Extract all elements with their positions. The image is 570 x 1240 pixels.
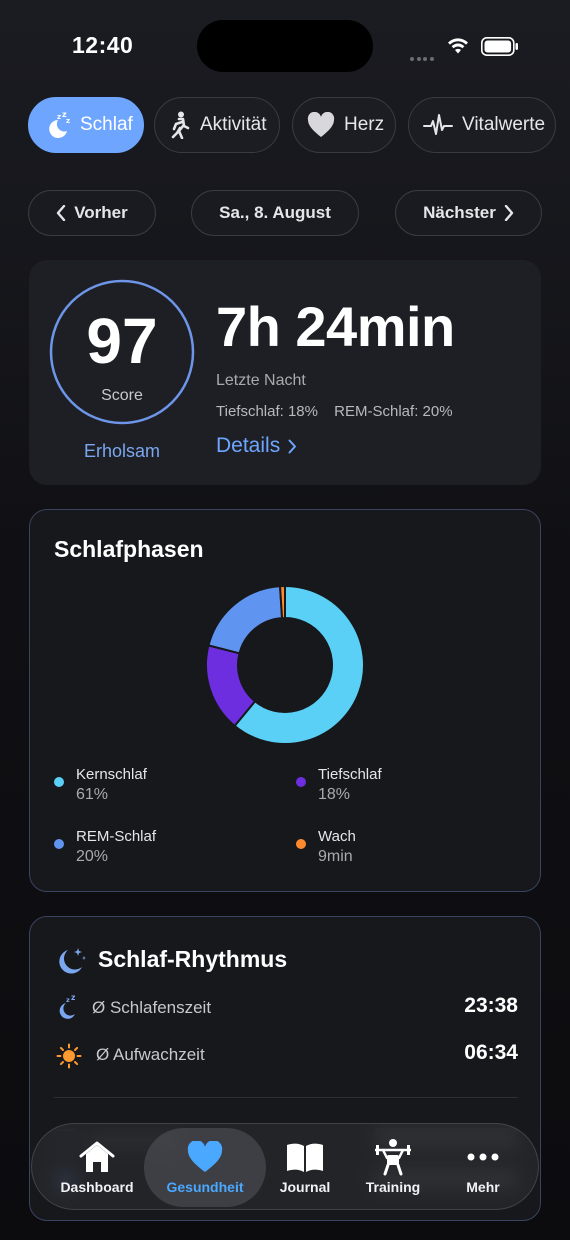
legend-label: Wach	[318, 828, 356, 845]
sleep-icon: z z	[59, 994, 75, 1019]
sleep-phases-donut-chart	[205, 585, 365, 745]
battery-icon	[481, 37, 518, 56]
tabbar-health[interactable]: Gesundheit	[144, 1128, 266, 1207]
book-icon	[287, 1143, 323, 1172]
legend-value: 18%	[318, 786, 351, 803]
rem-sleep-summary: REM-Schlaf: 20%	[334, 403, 453, 420]
sleep-period-label: Letzte Nacht	[216, 372, 306, 389]
legend-label: Kernschlaf	[76, 766, 147, 783]
weightlifting-icon	[375, 1139, 411, 1176]
sleep-score-rating: Erholsam	[83, 441, 161, 461]
legend-dot-rem-sleep	[54, 839, 64, 849]
heart-icon	[307, 112, 335, 137]
tab-vitals[interactable]: Vitalwerte	[408, 97, 556, 153]
sleep-icon: z z z	[49, 111, 70, 138]
svg-text:z: z	[66, 996, 70, 1004]
legend-value: 61%	[76, 786, 109, 803]
more-dots-icon	[467, 1153, 499, 1161]
sleep-phases-card: Schlafphasen Kernschlaf 61% Tiefschlaf 1…	[29, 509, 541, 892]
tab-heart[interactable]: Herz	[292, 97, 396, 153]
section-divider	[54, 1097, 518, 1098]
next-day-button[interactable]: Nächster	[395, 190, 542, 236]
sleep-phase-summary: Tiefschlaf: 18% REM-Schlaf: 20%	[216, 403, 453, 420]
legend-dot-deep-sleep	[296, 777, 306, 787]
donut-slice-wach	[278, 585, 286, 620]
chevron-left-icon	[57, 205, 66, 221]
legend-value: 9min	[318, 848, 353, 865]
tab-vitals-label: Vitalwerte	[462, 114, 546, 135]
legend-dot-core-sleep	[54, 777, 64, 787]
tab-sleep-label: Schlaf	[80, 114, 133, 135]
tabbar-training-label: Training	[365, 1179, 421, 1195]
status-bar: 12:40	[0, 0, 570, 90]
dynamic-island	[197, 20, 373, 72]
house-icon	[79, 1141, 115, 1172]
waveform-icon	[423, 114, 453, 135]
sleep-phases-title: Schlafphasen	[54, 536, 204, 562]
tabbar-dashboard[interactable]: Dashboard	[50, 1124, 144, 1211]
chevron-right-icon	[504, 205, 514, 221]
tabbar-more[interactable]: Mehr	[442, 1124, 524, 1211]
legend-label: REM-Schlaf	[76, 828, 157, 845]
legend-value: 20%	[76, 848, 109, 865]
wake-time-row: Ø Aufwachzeit 06:34	[54, 1041, 518, 1071]
cellular-signal-icon	[410, 48, 436, 61]
date-selector-button[interactable]: Sa., 8. August	[191, 190, 359, 236]
tab-sleep[interactable]: z z z Schlaf	[28, 97, 144, 153]
bedtime-label: Ø Schlafenszeit	[92, 998, 212, 1017]
previous-day-label: Vorher	[74, 203, 128, 222]
legend-label: Tiefschlaf	[318, 766, 382, 783]
tabbar-journal[interactable]: Journal	[266, 1124, 344, 1211]
tabbar-training[interactable]: Training	[352, 1124, 434, 1211]
details-link-label: Details	[216, 434, 281, 457]
sleep-summary-card: 97 Score Erholsam 7h 24min Letzte Nacht …	[29, 260, 541, 485]
tabbar-journal-label: Journal	[279, 1179, 331, 1195]
tabbar-more-label: Mehr	[466, 1179, 500, 1195]
sun-icon	[56, 1043, 82, 1069]
wake-time-value: 06:34	[464, 1041, 518, 1064]
heart-icon	[187, 1141, 223, 1172]
bedtime-row: z z Ø Schlafenszeit 23:38	[54, 994, 518, 1024]
status-time: 12:40	[72, 32, 134, 58]
svg-text:z: z	[71, 994, 75, 1002]
wake-time-label: Ø Aufwachzeit	[96, 1045, 205, 1064]
sleep-rhythm-title: Schlaf-Rhythmus	[98, 946, 288, 972]
svg-text:z: z	[66, 117, 70, 125]
tab-activity-label: Aktivität	[200, 114, 267, 135]
legend-dot-awake	[296, 839, 306, 849]
chevron-right-icon	[288, 439, 297, 453]
tab-activity[interactable]: Aktivität	[154, 97, 280, 153]
deep-sleep-summary: Tiefschlaf: 18%	[216, 403, 318, 420]
next-day-label: Nächster	[423, 203, 496, 222]
tabbar-health-label: Gesundheit	[166, 1179, 244, 1195]
details-link[interactable]: Details	[216, 434, 297, 458]
bedtime-value: 23:38	[464, 994, 518, 1017]
tabbar-dashboard-label: Dashboard	[60, 1179, 134, 1195]
moon-stars-icon	[59, 948, 86, 974]
walking-icon	[171, 111, 190, 139]
bottom-tab-bar: Dashboard Gesundheit Journal Training Me…	[31, 1123, 539, 1210]
svg-text:z: z	[57, 113, 61, 121]
previous-day-button[interactable]: Vorher	[28, 190, 156, 236]
sleep-duration: 7h 24min	[216, 295, 455, 358]
sleep-score-value: 97	[86, 305, 158, 377]
donut-slice-rem-schlaf	[207, 585, 284, 655]
tab-heart-label: Herz	[344, 114, 385, 135]
wifi-icon	[448, 38, 468, 54]
sleep-score-label: Score	[101, 387, 143, 404]
current-date-label: Sa., 8. August	[219, 203, 331, 222]
